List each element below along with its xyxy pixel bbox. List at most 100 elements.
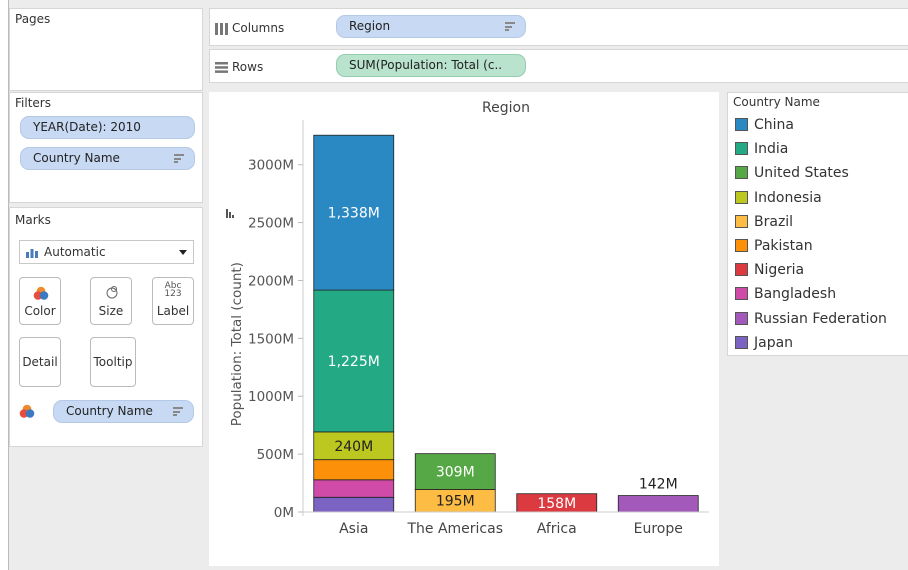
legend-swatch bbox=[735, 214, 748, 228]
mark-type-label: Automatic bbox=[44, 245, 106, 259]
legend-swatch bbox=[735, 287, 748, 301]
legend-item[interactable]: Bangladesh bbox=[735, 286, 836, 304]
legend-item[interactable]: Russian Federation bbox=[735, 311, 887, 329]
legend-label: Indonesia bbox=[754, 189, 822, 206]
color-icon bbox=[33, 286, 49, 300]
tableau-workspace: Pages Columns Region Rows SUM(Population… bbox=[8, 0, 908, 570]
mark-type-dropdown[interactable]: Automatic bbox=[19, 240, 194, 264]
filter-pill-year[interactable]: YEAR(Date): 2010 bbox=[20, 116, 195, 139]
legend-swatch bbox=[735, 142, 748, 156]
size-button[interactable]: Size bbox=[90, 277, 132, 325]
bar-segment bbox=[617, 495, 699, 513]
y-tick-label: 0M bbox=[274, 505, 294, 521]
y-tick-label: 1000M bbox=[248, 389, 294, 405]
detail-button[interactable]: Detail bbox=[19, 337, 61, 387]
legend-title: Country Name bbox=[733, 95, 820, 109]
rows-label: Rows bbox=[215, 60, 263, 74]
chart-view: Region 0M 500M 1000M 1500M 2000M 2500M 3000M Pop… bbox=[209, 92, 719, 566]
size-icon bbox=[106, 286, 118, 299]
tooltip-button-label: Tooltip bbox=[93, 355, 133, 369]
columns-shelf[interactable]: Columns Region bbox=[209, 8, 908, 46]
legend-item[interactable]: Pakistan bbox=[735, 238, 813, 256]
label-button[interactable]: Abc 123 Label bbox=[152, 277, 194, 325]
columns-icon bbox=[215, 22, 228, 35]
filter-pill-country[interactable]: Country Name bbox=[20, 147, 195, 170]
y-tick-label: 2500M bbox=[248, 216, 294, 232]
legend-item[interactable]: Japan bbox=[735, 335, 793, 353]
y-axis-field-icon bbox=[229, 212, 231, 218]
data-label: 1,338M bbox=[328, 206, 380, 222]
legend-item[interactable]: Indonesia bbox=[735, 190, 822, 208]
y-axis-field-icon bbox=[232, 215, 234, 218]
label-icon: Abc 123 bbox=[153, 282, 193, 299]
legend-swatch bbox=[735, 263, 748, 277]
y-tick-label: 3000M bbox=[248, 158, 294, 174]
legend-item[interactable]: China bbox=[735, 117, 794, 135]
data-label: 195M bbox=[436, 494, 475, 510]
legend-swatch bbox=[735, 166, 748, 180]
legend-label: Pakistan bbox=[754, 238, 813, 254]
x-tick-label: Europe bbox=[634, 521, 683, 537]
label-button-label: Label bbox=[156, 304, 190, 318]
pages-title: Pages bbox=[15, 12, 51, 26]
legend-label: Japan bbox=[754, 334, 794, 351]
rows-pill-label: SUM(Population: Total (c.. bbox=[349, 58, 503, 72]
data-label: 142M bbox=[639, 477, 678, 493]
bar-segment bbox=[313, 479, 395, 498]
y-axis-label: Population: Total (count) bbox=[229, 262, 245, 426]
y-tick-label: 2000M bbox=[248, 273, 294, 289]
filters-title: Filters bbox=[15, 96, 51, 110]
filters-shelf[interactable]: Filters YEAR(Date): 2010 Country Name bbox=[9, 92, 203, 203]
marks-title: Marks bbox=[15, 213, 51, 227]
legend-label: Nigeria bbox=[754, 262, 805, 279]
label-icon-123: 123 bbox=[164, 289, 182, 299]
bar-segment bbox=[313, 496, 395, 513]
y-tick-label: 500M bbox=[257, 447, 294, 463]
color-button[interactable]: Color bbox=[19, 277, 61, 325]
legend-label: United States bbox=[754, 165, 849, 182]
data-label: 309M bbox=[436, 465, 475, 481]
legend-label: India bbox=[754, 141, 789, 158]
x-tick-label: The Americas bbox=[406, 521, 503, 537]
tooltip-button[interactable]: Tooltip bbox=[90, 337, 136, 387]
legend-item[interactable]: United States bbox=[735, 165, 849, 183]
data-label: 1,225M bbox=[328, 354, 380, 370]
legend-swatch bbox=[735, 190, 748, 204]
columns-label: Columns bbox=[215, 21, 284, 35]
color-legend[interactable]: Country Name China India United States Indo… bbox=[727, 92, 908, 356]
chart-title: Region bbox=[482, 100, 530, 116]
sort-icon[interactable] bbox=[173, 407, 183, 416]
chevron-down-icon[interactable] bbox=[179, 250, 187, 255]
rows-shelf[interactable]: Rows SUM(Population: Total (c.. bbox=[209, 49, 908, 83]
filter-pill-year-label: YEAR(Date): 2010 bbox=[33, 120, 141, 134]
bar-chart: Region 0M 500M 1000M 1500M 2000M 2500M 3000M Pop… bbox=[226, 100, 709, 537]
rows-icon bbox=[215, 62, 228, 73]
rows-label-text: Rows bbox=[232, 60, 264, 74]
rows-pill-population[interactable]: SUM(Population: Total (c.. bbox=[336, 54, 526, 77]
data-label: 158M bbox=[537, 496, 576, 512]
columns-pill-region[interactable]: Region bbox=[336, 15, 526, 38]
x-tick-label: Asia bbox=[339, 521, 368, 537]
pages-shelf[interactable]: Pages bbox=[9, 8, 203, 91]
legend-item[interactable]: India bbox=[735, 141, 788, 159]
color-pill-country-label: Country Name bbox=[66, 404, 153, 418]
legend-item[interactable]: Nigeria bbox=[735, 262, 804, 280]
color-button-label: Color bbox=[24, 304, 56, 318]
legend-swatch bbox=[735, 335, 748, 349]
legend-swatch bbox=[735, 118, 748, 131]
legend-label: Bangladesh bbox=[754, 286, 837, 303]
size-button-label: Size bbox=[98, 304, 124, 318]
sort-icon[interactable] bbox=[174, 154, 184, 163]
detail-button-label: Detail bbox=[22, 355, 58, 369]
legend-item[interactable]: Brazil bbox=[735, 214, 793, 232]
y-tick-label: 1500M bbox=[248, 331, 294, 347]
x-tick-label: Africa bbox=[537, 521, 577, 537]
columns-pill-label: Region bbox=[349, 19, 391, 33]
legend-label: Russian Federation bbox=[754, 310, 887, 327]
color-pill-country[interactable]: Country Name bbox=[53, 400, 194, 423]
data-label: 240M bbox=[334, 439, 373, 455]
sort-icon[interactable] bbox=[505, 22, 515, 31]
legend-label: China bbox=[754, 117, 794, 133]
color-encoding-icon bbox=[19, 404, 35, 418]
bar-segment bbox=[313, 459, 395, 481]
